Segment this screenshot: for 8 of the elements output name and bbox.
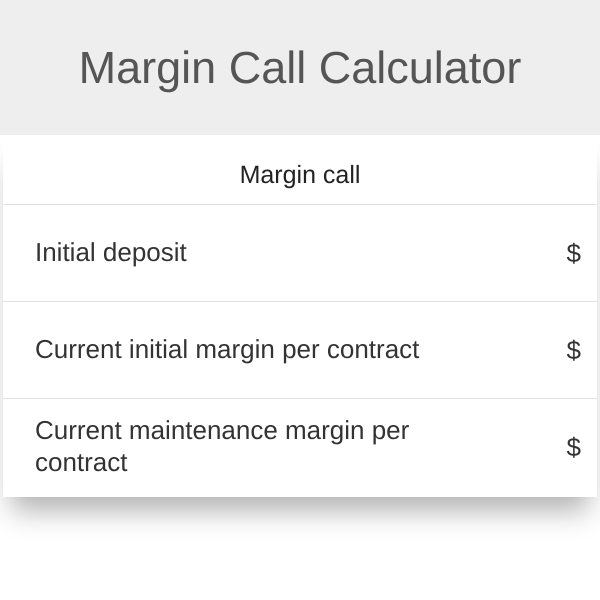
field-label: Current maintenance margin per contract <box>35 415 410 479</box>
section-title: Margin call <box>238 160 362 191</box>
currency-unit: $ <box>566 334 581 366</box>
currency-unit: $ <box>566 432 581 462</box>
field-label: Current initial margin per contract <box>35 334 420 366</box>
field-label: Initial deposit <box>35 237 187 269</box>
calculator-title: Margin Call Calculator <box>78 42 522 94</box>
currency-unit: $ <box>566 238 581 268</box>
